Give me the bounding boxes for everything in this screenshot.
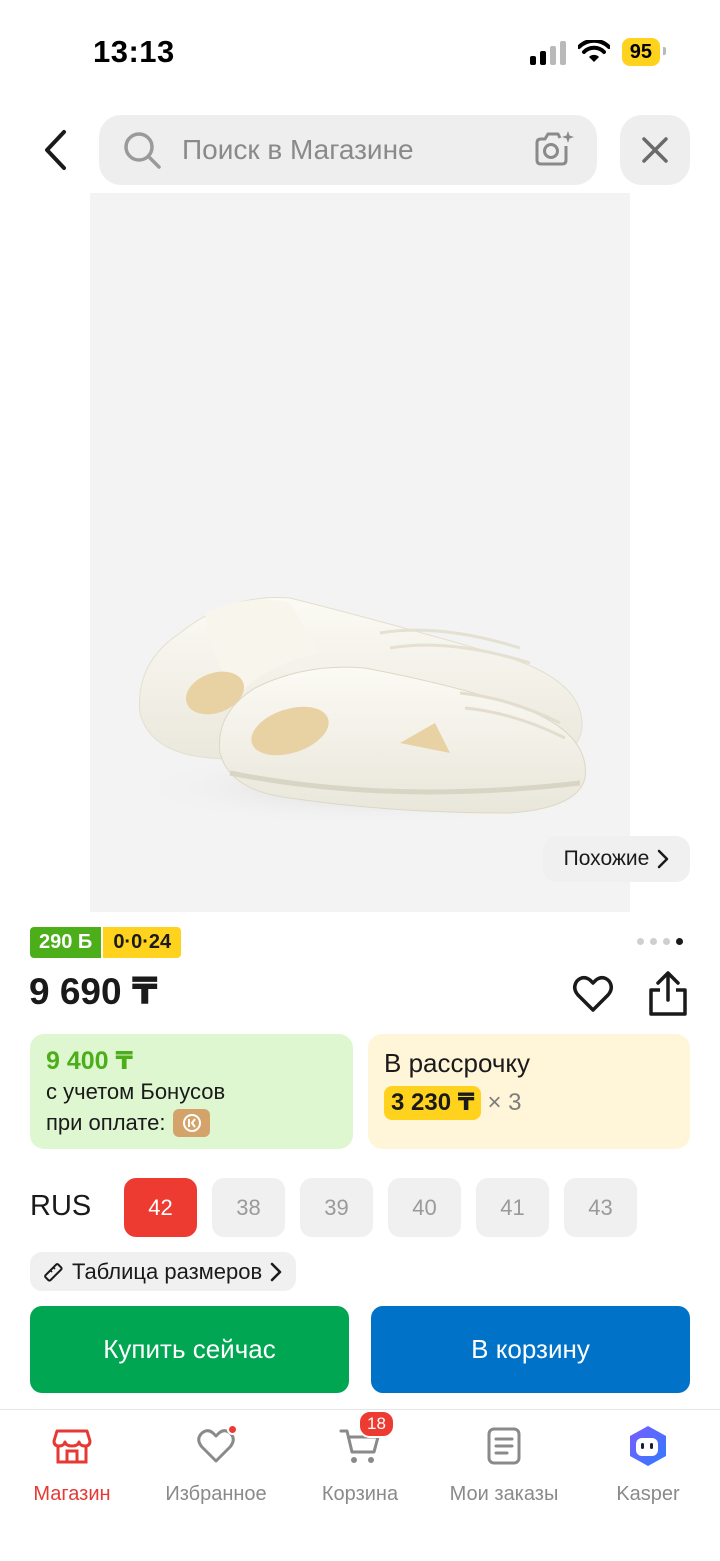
bonus-note: с учетом Бонусов <box>46 1079 226 1104</box>
shop-icon <box>48 1422 96 1470</box>
wifi-icon <box>577 40 610 64</box>
search-icon <box>124 132 161 169</box>
cart-icon: 18 <box>336 1410 395 1470</box>
size-option-43[interactable]: 43 <box>564 1178 637 1237</box>
chevron-right-icon <box>270 1262 282 1281</box>
bonus-payment-label: при оплате: <box>46 1110 166 1135</box>
tab-label: Корзина <box>321 1483 399 1505</box>
product-image-gallery[interactable] <box>90 193 630 912</box>
installment-amount: 3 230 ₸ <box>384 1086 482 1120</box>
size-option-41[interactable]: 41 <box>476 1178 549 1237</box>
status-indicators: 95 <box>529 38 667 66</box>
installment-row: 3 230 ₸ × 3 <box>384 1086 674 1120</box>
camera-search-icon[interactable] <box>533 129 575 169</box>
cart-count-badge: 18 <box>358 1410 395 1438</box>
size-chart-label: Таблица размеров <box>72 1258 263 1284</box>
installment-card[interactable]: В рассрочку 3 230 ₸ × 3 <box>368 1034 690 1149</box>
tab-label: Избранное <box>165 1483 267 1505</box>
close-button[interactable] <box>620 115 690 185</box>
heart-icon <box>573 976 613 1012</box>
status-bar: 13:13 95 <box>0 0 720 100</box>
search-header: Поиск в Магазине <box>0 115 720 187</box>
size-option-38[interactable]: 38 <box>212 1178 285 1237</box>
page-dot <box>637 938 644 945</box>
status-time: 13:13 <box>93 34 175 69</box>
search-input[interactable]: Поиск в Магазине <box>99 115 597 185</box>
size-chart-button[interactable]: Таблица размеров <box>30 1252 297 1291</box>
back-button[interactable] <box>30 125 80 175</box>
page-dot <box>663 938 670 945</box>
installment-title: В рассрочку <box>384 1048 531 1078</box>
tab-cart[interactable]: 18 Корзина <box>288 1410 432 1506</box>
notification-dot <box>227 1424 238 1435</box>
share-button[interactable] <box>646 970 690 1018</box>
search-placeholder: Поиск в Магазине <box>182 134 414 165</box>
size-option-40[interactable]: 40 <box>388 1178 461 1237</box>
product-price: 9 690 ₸ <box>29 971 158 1012</box>
bonus-payment-line: при оплате: <box>46 1107 337 1138</box>
add-to-cart-button[interactable]: В корзину <box>371 1306 690 1393</box>
tab-label: Магазин <box>33 1483 111 1505</box>
kasper-assistant-icon <box>624 1422 672 1470</box>
tab-my-orders[interactable]: Мои заказы <box>432 1422 576 1506</box>
promo-badges: 290 Б 0·0·24 <box>30 927 182 958</box>
size-option-39[interactable]: 39 <box>300 1178 373 1237</box>
installment-multiplier: × 3 <box>487 1089 522 1116</box>
bonus-badge: 290 Б <box>30 927 102 958</box>
tab-label: Kasper <box>616 1483 680 1505</box>
similar-products-button[interactable]: Похожие <box>543 836 690 882</box>
tab-label: Мои заказы <box>449 1483 559 1505</box>
chevron-left-icon <box>45 130 66 170</box>
product-photo <box>130 596 610 826</box>
ruler-icon <box>44 1262 63 1282</box>
chevron-right-icon <box>658 849 669 869</box>
size-option-42[interactable]: 42 <box>124 1178 197 1237</box>
battery-indicator: 95 <box>621 38 667 66</box>
tab-shop[interactable]: Магазин <box>0 1422 144 1506</box>
size-selector: 42 38 39 40 41 43 <box>124 1178 637 1237</box>
tab-kasper[interactable]: Kasper <box>576 1422 720 1506</box>
buy-now-button[interactable]: Купить сейчас <box>30 1306 349 1393</box>
bonus-price-card[interactable]: 9 400 ₸ с учетом Бонусов при оплате: <box>30 1034 353 1149</box>
installment-badge: 0·0·24 <box>103 927 182 958</box>
add-to-favorites-button[interactable] <box>571 972 615 1016</box>
similar-label: Похожие <box>563 847 650 870</box>
page-dot <box>650 938 657 945</box>
heart-icon <box>192 1422 240 1470</box>
close-icon <box>642 137 668 163</box>
orders-icon <box>480 1422 528 1470</box>
cellular-signal-icon <box>529 39 566 65</box>
tab-favorites[interactable]: Избранное <box>144 1422 288 1506</box>
page-dot-active <box>676 938 683 945</box>
gallery-pagination <box>637 938 683 945</box>
share-icon <box>649 971 687 1016</box>
size-system-label: RUS <box>30 1190 92 1222</box>
kaspi-pay-icon <box>173 1108 211 1137</box>
bottom-tab-bar: Магазин Избранное 18 Корзина Мои заказы … <box>0 1409 720 1561</box>
bonus-price: 9 400 ₸ <box>46 1047 133 1075</box>
